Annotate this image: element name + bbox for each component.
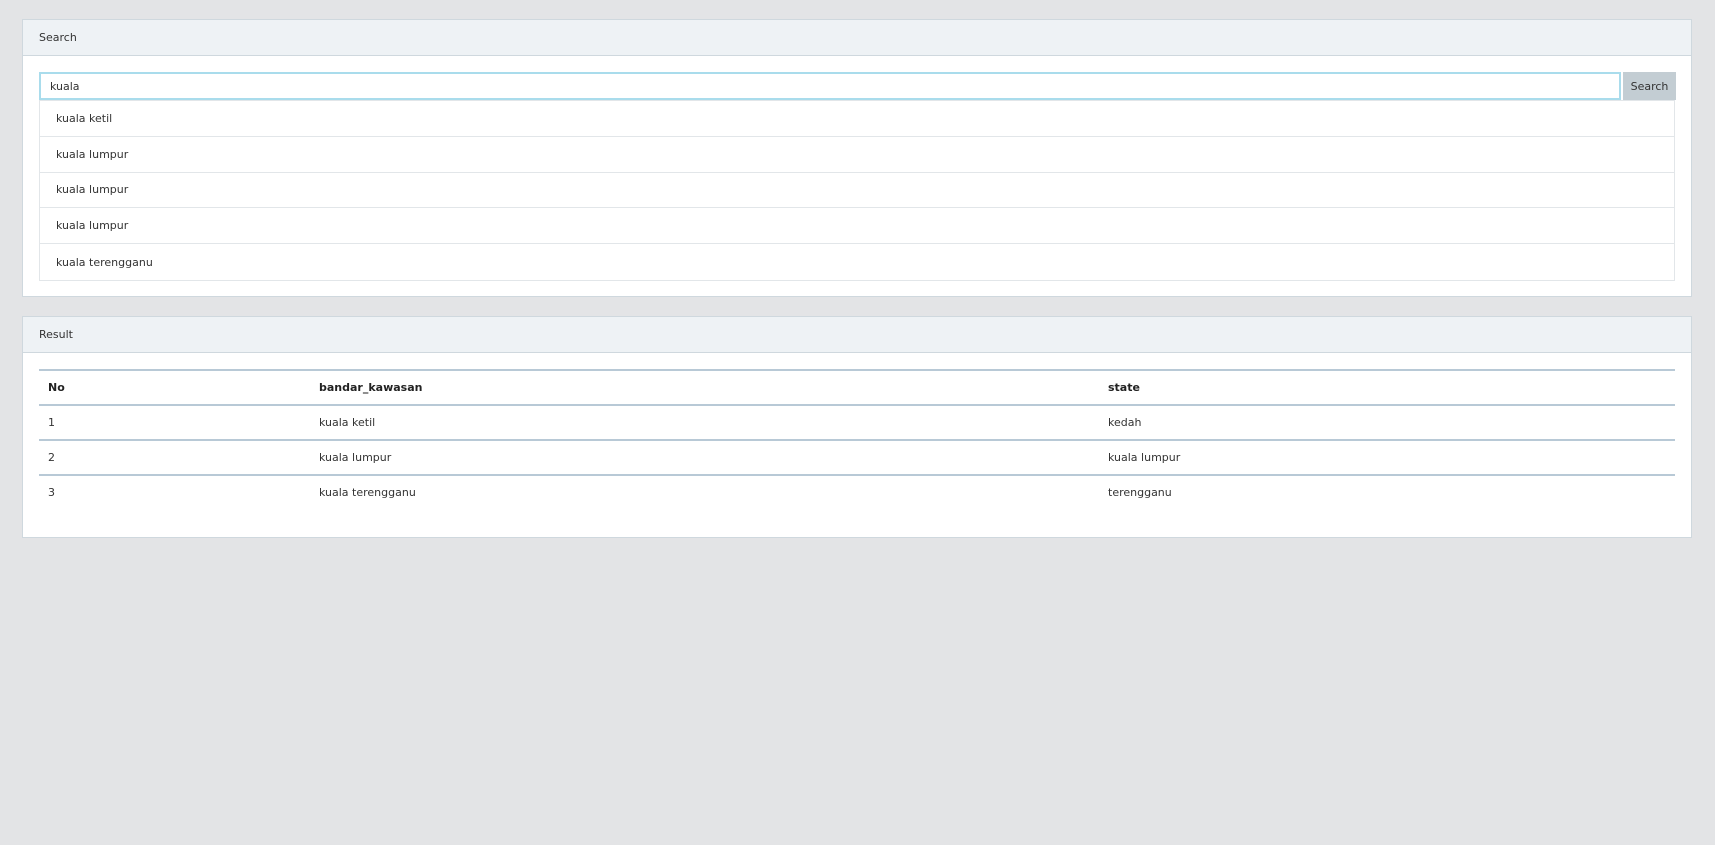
search-button[interactable]: Search bbox=[1623, 72, 1676, 100]
cell-no: 2 bbox=[48, 451, 55, 464]
table-row: 1 kuala ketil kedah bbox=[39, 405, 1675, 440]
result-table: No bandar_kawasan state 1 kuala ketil ke… bbox=[39, 369, 1675, 509]
suggestion-item[interactable]: kuala lumpur bbox=[40, 208, 1674, 245]
cell-state: kuala lumpur bbox=[1108, 451, 1181, 464]
table-header-row: No bandar_kawasan state bbox=[39, 370, 1675, 405]
cell-bandar-kawasan: kuala ketil bbox=[319, 416, 376, 429]
cell-state: kedah bbox=[1108, 416, 1142, 429]
column-header-state: state bbox=[1108, 381, 1140, 394]
search-row: Search bbox=[39, 72, 1676, 100]
result-panel: Result No bandar_kawasan state 1 kuala k… bbox=[22, 316, 1692, 538]
suggestion-item[interactable]: kuala lumpur bbox=[40, 136, 1674, 173]
cell-bandar-kawasan: kuala lumpur bbox=[319, 451, 392, 464]
suggestion-list: kuala ketil kuala lumpur kuala lumpur ku… bbox=[39, 100, 1675, 281]
cell-no: 1 bbox=[48, 416, 55, 429]
table-row: 3 kuala terengganu terengganu bbox=[39, 475, 1675, 509]
cell-state: terengganu bbox=[1108, 486, 1172, 499]
table-row: 2 kuala lumpur kuala lumpur bbox=[39, 440, 1675, 475]
cell-bandar-kawasan: kuala terengganu bbox=[319, 486, 416, 499]
result-panel-heading: Result bbox=[23, 317, 1691, 353]
suggestion-item[interactable]: kuala lumpur bbox=[40, 172, 1674, 209]
cell-no: 3 bbox=[48, 486, 55, 499]
search-panel: Search Search kuala ketil kuala lumpur k… bbox=[22, 19, 1692, 297]
column-header-bandar-kawasan: bandar_kawasan bbox=[319, 381, 423, 394]
suggestion-item[interactable]: kuala terengganu bbox=[40, 244, 1674, 280]
column-header-no: No bbox=[48, 381, 65, 394]
search-panel-heading: Search bbox=[23, 20, 1691, 56]
search-input[interactable] bbox=[39, 72, 1621, 100]
suggestion-item[interactable]: kuala ketil bbox=[40, 101, 1674, 137]
